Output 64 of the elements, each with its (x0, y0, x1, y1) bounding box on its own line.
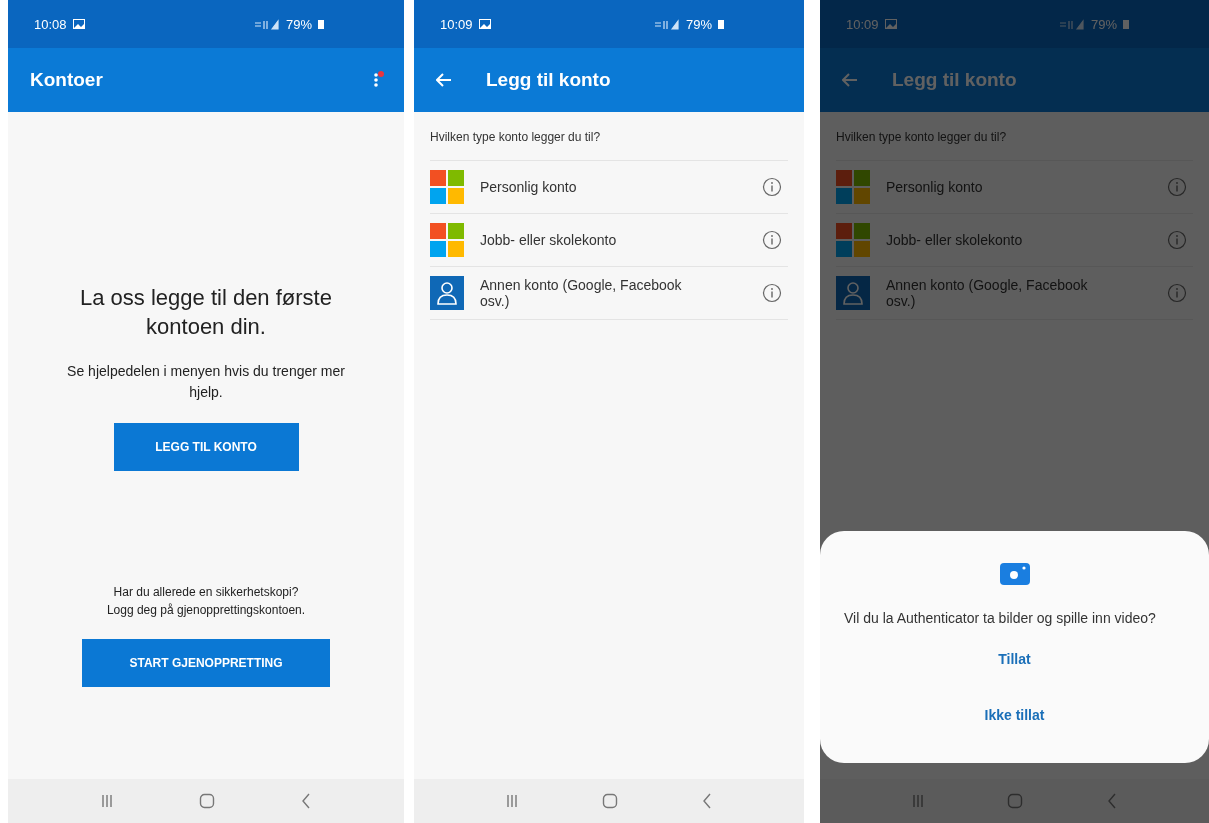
welcome-heading: La oss legge til den første kontoen din. (79, 284, 333, 341)
app-title: Legg til konto (892, 69, 1017, 91)
camera-icon (999, 563, 1030, 586)
four-squares-icon (430, 170, 464, 204)
battery-icon (1123, 19, 1129, 29)
four-squares-icon (836, 223, 870, 257)
account-option[interactable]: Personlig konto (430, 161, 788, 214)
recent-apps-icon[interactable] (101, 794, 113, 808)
help-hint: Se hjelpedelen i menyen hvis du trenger mer hjelp. (66, 362, 346, 403)
back-arrow-icon[interactable] (842, 73, 858, 87)
home-icon[interactable] (199, 793, 215, 809)
dialog-message: Vil du la Authenticator ta bilder og spille inn video? (844, 609, 1157, 629)
info-icon[interactable] (1167, 283, 1187, 303)
dialog-button[interactable]: Ikke tillat (964, 689, 1065, 741)
battery-icon (718, 19, 724, 29)
status-time: 10:08 (34, 16, 67, 32)
battery-level: 79% (1090, 16, 1117, 32)
image-icon (72, 19, 85, 29)
info-icon[interactable] (1167, 177, 1187, 197)
option-label: Personlig konto (480, 179, 578, 195)
backup-text: Har du allerede en sikkerhetskopi? Logg deg på gjenopprettingskontoen. (106, 584, 306, 620)
account-option[interactable]: Personlig konto (836, 161, 1193, 214)
option-label: Personlig konto (886, 179, 984, 195)
option-label: Annen konto (Google, Facebook osv.) (480, 277, 683, 309)
menu-icon[interactable] (372, 71, 384, 89)
app-title: Legg til konto (486, 69, 611, 91)
recent-apps-icon[interactable] (506, 794, 518, 808)
home-icon[interactable] (1007, 793, 1024, 809)
person-icon (836, 276, 870, 310)
four-squares-icon (836, 170, 870, 204)
battery-icon (318, 19, 324, 29)
info-icon[interactable] (762, 283, 782, 303)
back-icon[interactable] (1107, 793, 1118, 809)
person-icon (430, 276, 464, 310)
info-icon[interactable] (762, 177, 782, 197)
battery-level: 79% (685, 16, 712, 32)
image-icon (478, 19, 491, 29)
account-option[interactable]: Annen konto (Google, Facebook osv.) (836, 267, 1193, 320)
signal-icon (253, 18, 280, 30)
add-account-button[interactable]: LEGG TIL KONTO (113, 423, 299, 472)
signal-icon (1058, 18, 1085, 30)
restore-button[interactable]: START GJENOPPRETTING (82, 639, 330, 688)
account-option[interactable]: Jobb- eller skolekonto (836, 214, 1193, 267)
home-icon[interactable] (602, 793, 618, 809)
dialog-button[interactable]: Tillat (978, 633, 1051, 685)
image-icon (884, 19, 897, 29)
back-arrow-icon[interactable] (436, 73, 452, 87)
option-label: Jobb- eller skolekonto (480, 232, 618, 248)
four-squares-icon (430, 223, 464, 257)
account-type-prompt: Hvilken type konto legger du til? (430, 130, 788, 161)
signal-icon (653, 18, 680, 30)
info-icon[interactable] (762, 230, 782, 250)
app-title: Kontoer (30, 69, 103, 91)
account-option[interactable]: Jobb- eller skolekonto (430, 214, 788, 267)
option-label: Jobb- eller skolekonto (886, 232, 1024, 248)
status-time: 10:09 (846, 16, 879, 32)
info-icon[interactable] (1167, 230, 1187, 250)
battery-level: 79% (285, 16, 312, 32)
status-time: 10:09 (440, 16, 473, 32)
back-icon[interactable] (301, 793, 311, 809)
back-icon[interactable] (702, 793, 712, 809)
option-label: Annen konto (Google, Facebook osv.) (886, 277, 1089, 309)
account-type-prompt: Hvilken type konto legger du til? (836, 130, 1193, 161)
account-option[interactable]: Annen konto (Google, Facebook osv.) (430, 267, 788, 320)
